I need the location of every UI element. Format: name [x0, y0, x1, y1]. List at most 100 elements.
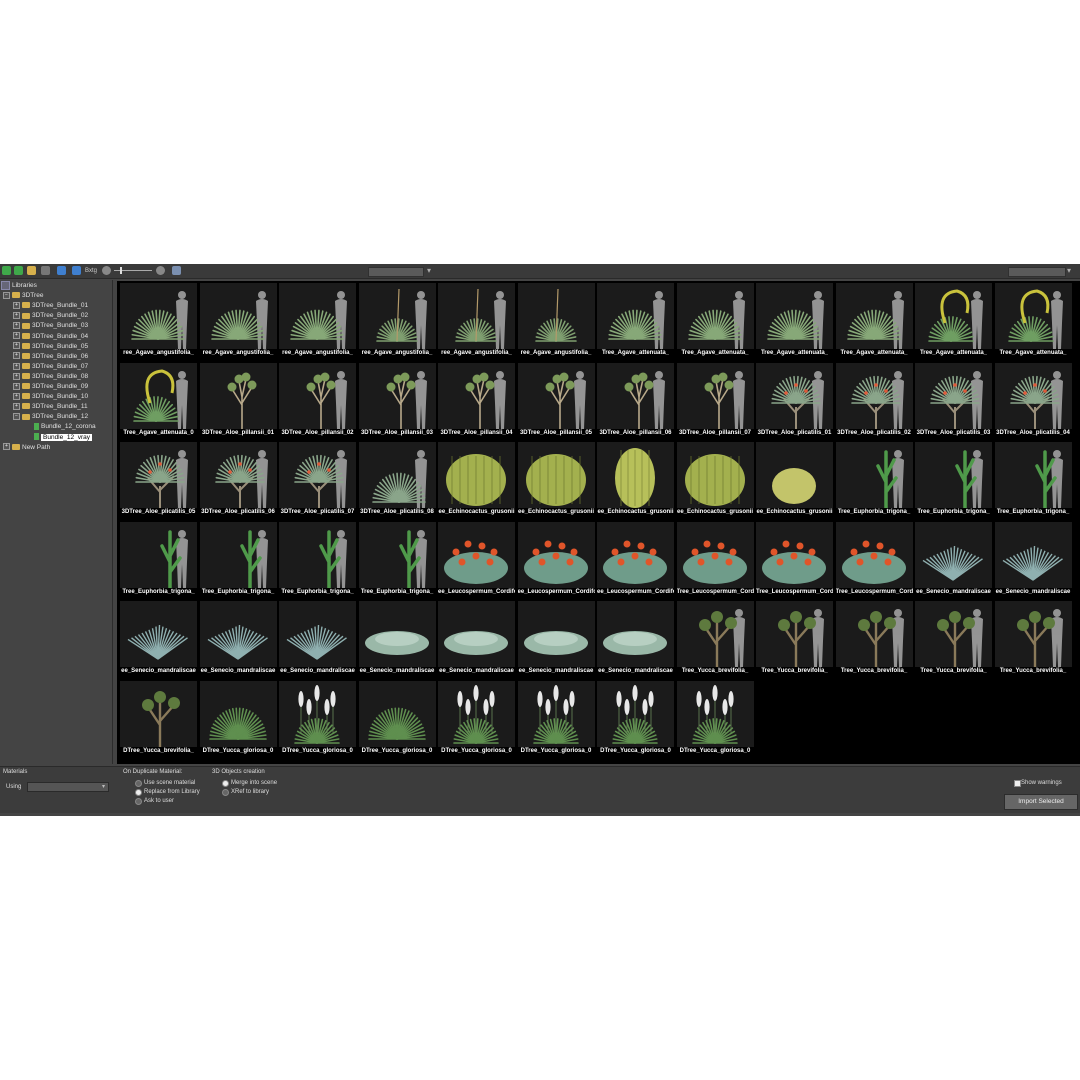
tree-item-bundle[interactable]: +3DTree_Bundle_04: [13, 332, 88, 342]
tree-item-bundle[interactable]: +3DTree_Bundle_11: [13, 402, 88, 412]
thumbnail-item[interactable]: ee_Senecio_mandraliscae: [279, 601, 356, 676]
tree-item-bundle[interactable]: +3DTree_Bundle_03: [13, 321, 88, 331]
thumbnail-item[interactable]: DTree_Yucca_brevifolia_: [120, 680, 197, 756]
info-icon[interactable]: [72, 266, 81, 275]
thumbnail-item[interactable]: ee_Senecio_mandraliscae: [597, 601, 674, 676]
collapse-icon[interactable]: −: [13, 413, 20, 421]
thumbnail-item[interactable]: ee_Senecio_mandraliscae: [517, 601, 595, 676]
thumbnail-item[interactable]: Tree_Agave_attenuata_: [994, 283, 1072, 358]
thumbnail-item[interactable]: ee_Leucospermum_Cordifolium: [438, 521, 515, 597]
thumbnail-item[interactable]: 3DTree_Aloe_plicatilis_02: [835, 362, 913, 438]
folder-icon[interactable]: [27, 266, 36, 275]
tree-item-bundle[interactable]: − 3DTree_Bundle_12: [13, 412, 88, 422]
thumbnail-item[interactable]: ee_Senecio_mandraliscae: [358, 601, 436, 676]
thumbnail-item[interactable]: DTree_Yucca_gloriosa_0: [597, 680, 674, 756]
expand-icon[interactable]: +: [13, 402, 20, 410]
tree-item-leaf[interactable]: Bundle_12_corona: [34, 422, 96, 432]
thumbnail-item[interactable]: Tree_Yucca_brevifolia_: [915, 601, 992, 676]
thumbnail-item[interactable]: Tree_Euphorbia_trigona_: [120, 521, 197, 597]
expand-icon[interactable]: +: [13, 352, 20, 360]
tree-item-bundle[interactable]: +3DTree_Bundle_05: [13, 342, 88, 352]
tree-item-bundle[interactable]: +3DTree_Bundle_10: [13, 392, 88, 402]
thumbnail-item[interactable]: ee_Senecio_mandraliscae: [120, 601, 197, 676]
tree-item-bundle[interactable]: +3DTree_Bundle_08: [13, 372, 88, 382]
thumbnail-item[interactable]: Tree_Agave_attenuata_: [597, 283, 674, 358]
thumbnail-item[interactable]: 3DTree_Aloe_pillansii_05: [517, 362, 595, 438]
thumbnail-item[interactable]: ee_Senecio_mandraliscae: [915, 521, 992, 597]
expand-icon[interactable]: +: [13, 382, 20, 390]
tree-item-bundle[interactable]: +3DTree_Bundle_09: [13, 382, 88, 392]
thumbnail-item[interactable]: Tree_Euphorbia_trigona_: [994, 442, 1072, 517]
thumbnail-item[interactable]: ee_Echinocactus_grusonii: [597, 442, 674, 517]
thumbnail-item[interactable]: ree_Agave_angustifolia_: [279, 283, 356, 358]
zoom-in-icon[interactable]: [156, 266, 165, 275]
zoom-out-icon[interactable]: [102, 266, 111, 275]
thumbnail-item[interactable]: Tree_Euphorbia_trigona_: [835, 442, 913, 517]
tree-item-libraries[interactable]: Libraries: [1, 281, 37, 291]
thumbnail-item[interactable]: ee_Leucospermum_Cordifolium: [597, 521, 674, 597]
using-select[interactable]: ▾: [27, 782, 109, 792]
tree-item-leaf[interactable]: Bundle_12_vray: [34, 433, 92, 443]
thumbnail-item[interactable]: ee_Leucospermum_Cordifolium: [517, 521, 595, 597]
thumbnail-item[interactable]: Tree_Leucospermum_Cordifolium: [756, 521, 833, 597]
thumbnail-item[interactable]: Tree_Agave_attenuata_0: [120, 362, 197, 438]
thumbnail-item[interactable]: ee_Senecio_mandraliscae: [438, 601, 515, 676]
thumbnail-item[interactable]: Tree_Leucospermum_Cordifolium: [676, 521, 754, 597]
right-search-input[interactable]: [1008, 267, 1066, 277]
thumbnail-item[interactable]: DTree_Yucca_gloriosa_0: [358, 680, 436, 756]
thumbnail-item[interactable]: ree_Agave_angustifolia_: [199, 283, 277, 358]
thumbnail-item[interactable]: ee_Echinocactus_grusonii: [756, 442, 833, 517]
thumbnail-item[interactable]: DTree_Yucca_gloriosa_0: [279, 680, 356, 756]
thumbnail-item[interactable]: ee_Echinocactus_grusonii: [676, 442, 754, 517]
expand-icon[interactable]: +: [13, 322, 20, 330]
import-selected-button[interactable]: Import Selected: [1004, 794, 1078, 810]
expand-icon[interactable]: +: [13, 362, 20, 370]
thumbnail-item[interactable]: 3DTree_Aloe_pillansii_06: [597, 362, 674, 438]
thumbnail-item[interactable]: DTree_Yucca_gloriosa_0: [438, 680, 515, 756]
thumbnail-item[interactable]: Tree_Leucospermum_Cordifolium: [835, 521, 913, 597]
expand-icon[interactable]: +: [13, 312, 20, 320]
thumbnail-item[interactable]: ree_Agave_angustifolia_: [517, 283, 595, 358]
refresh-icon[interactable]: [57, 266, 66, 275]
thumbnail-item[interactable]: 3DTree_Aloe_plicatilis_03: [915, 362, 992, 438]
thumbnail-item[interactable]: ee_Echinocactus_grusonii: [517, 442, 595, 517]
grid-view-icon[interactable]: [41, 266, 50, 275]
thumbnail-item[interactable]: DTree_Yucca_gloriosa_0: [517, 680, 595, 756]
radio-option[interactable]: [222, 780, 229, 787]
thumbnail-item[interactable]: ree_Agave_angustifolia_: [438, 283, 515, 358]
expand-icon[interactable]: +: [13, 392, 20, 400]
radio-option[interactable]: [135, 789, 142, 796]
tree-item-bundle[interactable]: +3DTree_Bundle_07: [13, 362, 88, 372]
radio-option[interactable]: [135, 780, 142, 787]
thumbnail-item[interactable]: ee_Echinocactus_grusonii: [438, 442, 515, 517]
filter-icon[interactable]: ▾: [427, 266, 436, 275]
show-warnings-checkbox[interactable]: [1014, 780, 1021, 787]
thumbnail-item[interactable]: 3DTree_Aloe_plicatilis_04: [994, 362, 1072, 438]
thumbnail-item[interactable]: DTree_Yucca_gloriosa_0: [676, 680, 754, 756]
back-icon[interactable]: [2, 266, 11, 275]
thumbnail-item[interactable]: Tree_Yucca_brevifolia_: [676, 601, 754, 676]
thumbnail-item[interactable]: Tree_Agave_attenuata_: [915, 283, 992, 358]
thumbnail-item[interactable]: Tree_Euphorbia_trigona_: [358, 521, 436, 597]
thumbnail-item[interactable]: Tree_Yucca_brevifolia_: [994, 601, 1072, 676]
thumbnail-item[interactable]: 3DTree_Aloe_plicatilis_08: [358, 442, 436, 517]
thumbnail-item[interactable]: Tree_Agave_attenuata_: [676, 283, 754, 358]
tree-item-new-path[interactable]: + New Path: [3, 443, 50, 453]
thumbnail-item[interactable]: 3DTree_Aloe_pillansii_07: [676, 362, 754, 438]
thumbnail-item[interactable]: 3DTree_Aloe_pillansii_01: [199, 362, 277, 438]
thumbnail-item[interactable]: DTree_Yucca_gloriosa_0: [199, 680, 277, 756]
thumbnail-item[interactable]: Tree_Yucca_brevifolia_: [835, 601, 913, 676]
tree-item-bundle[interactable]: +3DTree_Bundle_06: [13, 352, 88, 362]
right-filter-icon[interactable]: ▾: [1067, 266, 1076, 275]
radio-option[interactable]: [222, 789, 229, 796]
expand-icon[interactable]: +: [13, 372, 20, 380]
thumbnail-item[interactable]: Tree_Agave_attenuata_: [835, 283, 913, 358]
thumbnail-item[interactable]: Tree_Euphorbia_trigona_: [915, 442, 992, 517]
thumbnail-item[interactable]: Tree_Yucca_brevifolia_: [756, 601, 833, 676]
expand-icon[interactable]: +: [13, 301, 20, 309]
expand-icon[interactable]: +: [13, 332, 20, 340]
thumbnail-item[interactable]: 3DTree_Aloe_plicatilis_06: [199, 442, 277, 517]
collapse-icon[interactable]: −: [3, 291, 10, 299]
thumbnail-item[interactable]: ree_Agave_angustifolia_: [358, 283, 436, 358]
thumbnail-item[interactable]: ee_Senecio_mandraliscae: [199, 601, 277, 676]
